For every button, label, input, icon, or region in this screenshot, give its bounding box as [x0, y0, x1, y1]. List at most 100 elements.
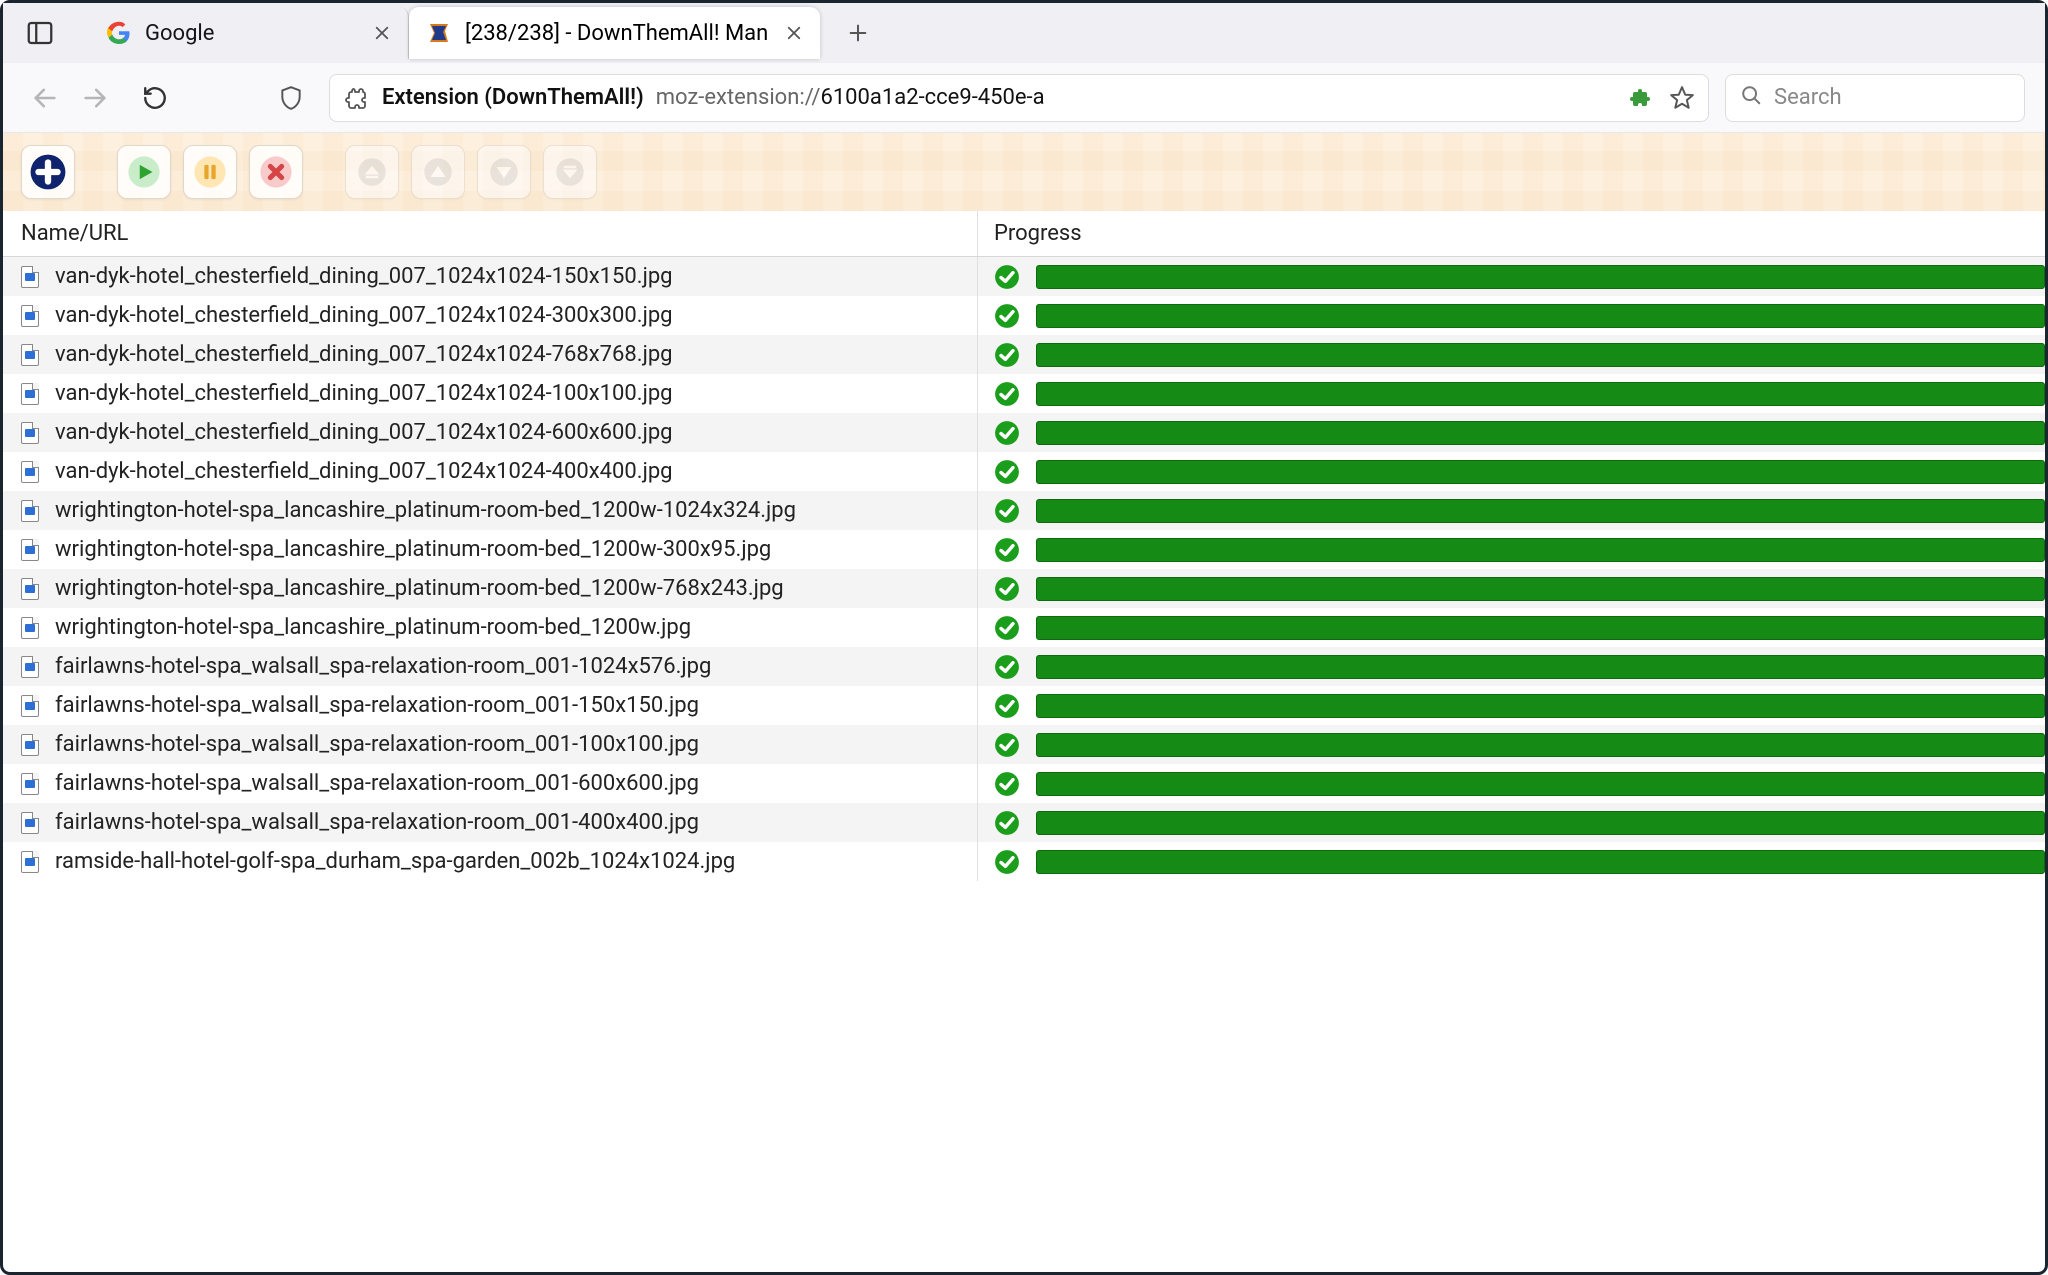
cell-progress — [978, 491, 2045, 530]
move-top-button[interactable] — [345, 145, 399, 199]
file-name: van-dyk-hotel_chesterfield_dining_007_10… — [55, 303, 673, 328]
progress-bar — [1036, 499, 2045, 523]
file-icon — [21, 578, 39, 600]
cell-name: van-dyk-hotel_chesterfield_dining_007_10… — [3, 413, 978, 452]
download-row[interactable]: wrightington-hotel-spa_lancashire_platin… — [3, 491, 2045, 530]
dta-favicon-icon — [427, 21, 451, 45]
move-bottom-button[interactable] — [543, 145, 597, 199]
back-button[interactable] — [23, 76, 67, 120]
cell-name: wrightington-hotel-spa_lancashire_platin… — [3, 608, 978, 647]
download-row[interactable]: fairlawns-hotel-spa_walsall_spa-relaxati… — [3, 647, 2045, 686]
cell-progress — [978, 335, 2045, 374]
complete-check-icon — [994, 849, 1020, 875]
cell-name: fairlawns-hotel-spa_walsall_spa-relaxati… — [3, 647, 978, 686]
dta-toolbar — [3, 133, 2045, 211]
list-header: Name/URL Progress — [3, 211, 2045, 257]
tab-google[interactable]: Google — [89, 7, 409, 59]
cell-progress — [978, 530, 2045, 569]
search-bar[interactable]: Search — [1725, 74, 2025, 122]
file-icon — [21, 305, 39, 327]
download-row[interactable]: van-dyk-hotel_chesterfield_dining_007_10… — [3, 257, 2045, 296]
progress-bar — [1036, 811, 2045, 835]
cell-name: fairlawns-hotel-spa_walsall_spa-relaxati… — [3, 764, 978, 803]
new-tab-button[interactable] — [838, 13, 878, 53]
cell-name: van-dyk-hotel_chesterfield_dining_007_10… — [3, 452, 978, 491]
file-icon — [21, 344, 39, 366]
nav-toolbar: Extension (DownThemAll!) moz-extension:/… — [3, 63, 2045, 133]
file-icon — [21, 422, 39, 444]
move-down-button[interactable] — [477, 145, 531, 199]
download-row[interactable]: fairlawns-hotel-spa_walsall_spa-relaxati… — [3, 725, 2045, 764]
column-name-header[interactable]: Name/URL — [3, 211, 978, 256]
download-row[interactable]: ramside-hall-hotel-golf-spa_durham_spa-g… — [3, 842, 2045, 881]
complete-check-icon — [994, 537, 1020, 563]
download-row[interactable]: van-dyk-hotel_chesterfield_dining_007_10… — [3, 335, 2045, 374]
cell-progress — [978, 764, 2045, 803]
progress-bar — [1036, 343, 2045, 367]
add-download-button[interactable] — [21, 145, 75, 199]
file-icon — [21, 656, 39, 678]
file-name: fairlawns-hotel-spa_walsall_spa-relaxati… — [55, 732, 699, 757]
cell-progress — [978, 374, 2045, 413]
download-row[interactable]: van-dyk-hotel_chesterfield_dining_007_10… — [3, 296, 2045, 335]
cell-progress — [978, 803, 2045, 842]
sidebar-toggle-button[interactable] — [21, 14, 59, 52]
reload-button[interactable] — [133, 76, 177, 120]
progress-bar — [1036, 616, 2045, 640]
cancel-button[interactable] — [249, 145, 303, 199]
file-name: fairlawns-hotel-spa_walsall_spa-relaxati… — [55, 771, 699, 796]
file-icon — [21, 617, 39, 639]
resume-button[interactable] — [117, 145, 171, 199]
cell-progress — [978, 296, 2045, 335]
forward-button[interactable] — [73, 76, 117, 120]
file-name: ramside-hall-hotel-golf-spa_durham_spa-g… — [55, 849, 735, 874]
cell-name: van-dyk-hotel_chesterfield_dining_007_10… — [3, 257, 978, 296]
close-tab-button[interactable] — [370, 21, 394, 45]
close-tab-button[interactable] — [782, 21, 806, 45]
tab-downthemall[interactable]: [238/238] - DownThemAll! Man — [409, 7, 820, 59]
column-progress-header[interactable]: Progress — [978, 211, 2045, 256]
download-row[interactable]: van-dyk-hotel_chesterfield_dining_007_10… — [3, 452, 2045, 491]
cell-name: wrightington-hotel-spa_lancashire_platin… — [3, 530, 978, 569]
file-name: wrightington-hotel-spa_lancashire_platin… — [55, 615, 691, 640]
cell-name: wrightington-hotel-spa_lancashire_platin… — [3, 569, 978, 608]
shield-icon[interactable] — [269, 76, 313, 120]
file-icon — [21, 851, 39, 873]
cell-name: wrightington-hotel-spa_lancashire_platin… — [3, 491, 978, 530]
file-name: van-dyk-hotel_chesterfield_dining_007_10… — [55, 264, 673, 289]
file-icon — [21, 461, 39, 483]
search-placeholder: Search — [1774, 85, 1842, 110]
url-bar[interactable]: Extension (DownThemAll!) moz-extension:/… — [329, 74, 1709, 122]
complete-check-icon — [994, 303, 1020, 329]
complete-check-icon — [994, 498, 1020, 524]
progress-bar — [1036, 655, 2045, 679]
download-row[interactable]: van-dyk-hotel_chesterfield_dining_007_10… — [3, 374, 2045, 413]
file-name: wrightington-hotel-spa_lancashire_platin… — [55, 537, 771, 562]
google-favicon-icon — [107, 21, 131, 45]
download-row[interactable]: fairlawns-hotel-spa_walsall_spa-relaxati… — [3, 803, 2045, 842]
move-up-button[interactable] — [411, 145, 465, 199]
file-icon — [21, 539, 39, 561]
download-row[interactable]: fairlawns-hotel-spa_walsall_spa-relaxati… — [3, 764, 2045, 803]
file-name: fairlawns-hotel-spa_walsall_spa-relaxati… — [55, 693, 699, 718]
download-row[interactable]: wrightington-hotel-spa_lancashire_platin… — [3, 530, 2045, 569]
download-row[interactable]: wrightington-hotel-spa_lancashire_platin… — [3, 608, 2045, 647]
extensions-button-icon[interactable] — [1628, 84, 1656, 112]
complete-check-icon — [994, 459, 1020, 485]
bookmark-star-icon[interactable] — [1668, 84, 1696, 112]
cell-progress — [978, 452, 2045, 491]
download-row[interactable]: van-dyk-hotel_chesterfield_dining_007_10… — [3, 413, 2045, 452]
complete-check-icon — [994, 342, 1020, 368]
pause-button[interactable] — [183, 145, 237, 199]
tab-title: [238/238] - DownThemAll! Man — [465, 21, 768, 46]
progress-bar — [1036, 382, 2045, 406]
progress-bar — [1036, 772, 2045, 796]
download-list[interactable]: van-dyk-hotel_chesterfield_dining_007_10… — [3, 257, 2045, 1272]
download-row[interactable]: fairlawns-hotel-spa_walsall_spa-relaxati… — [3, 686, 2045, 725]
file-name: fairlawns-hotel-spa_walsall_spa-relaxati… — [55, 810, 699, 835]
download-row[interactable]: wrightington-hotel-spa_lancashire_platin… — [3, 569, 2045, 608]
file-icon — [21, 734, 39, 756]
tab-strip: Google [238/238] - DownThemAll! Man — [3, 3, 2045, 63]
file-name: wrightington-hotel-spa_lancashire_platin… — [55, 576, 784, 601]
tab-title: Google — [145, 21, 356, 46]
